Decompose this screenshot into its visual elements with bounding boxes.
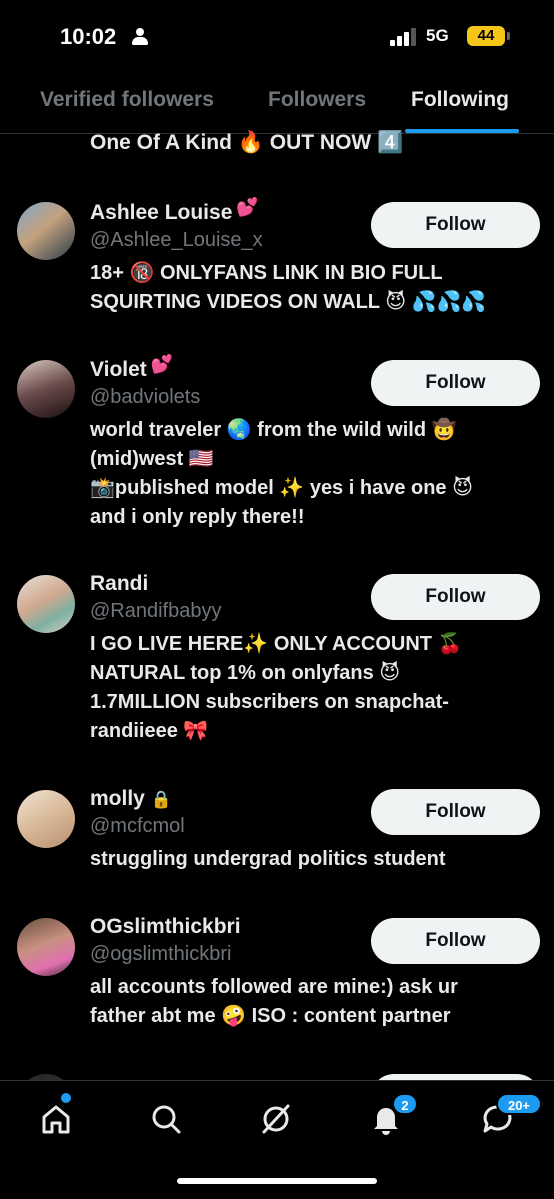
home-indicator (177, 1178, 377, 1184)
tab-bar: Verified followers Followers Following (0, 76, 554, 134)
follow-button[interactable]: Follow (371, 202, 540, 248)
previous-bio-text: One Of A Kind 🔥 OUT NOW 4️⃣ (90, 131, 404, 154)
avatar[interactable] (17, 202, 75, 260)
follow-button[interactable]: Follow (371, 789, 540, 835)
avatar[interactable] (17, 790, 75, 848)
status-time: 10:02 (60, 24, 117, 49)
signal-icon (390, 28, 418, 46)
display-name[interactable]: molly 🔒 (90, 787, 172, 811)
handle[interactable]: @badviolets (90, 386, 200, 409)
bio: world traveler 🌏 from the wild wild 🤠 (m… (90, 419, 473, 528)
display-name[interactable]: Randi (90, 572, 148, 596)
avatar[interactable] (17, 918, 75, 976)
handle[interactable]: @mcfcmol (90, 815, 185, 838)
home-icon[interactable] (36, 1099, 76, 1139)
battery-icon: 44 (467, 26, 505, 46)
bio: all accounts followed are mine:) ask ur … (90, 976, 458, 1027)
handle[interactable]: @Randifbabyy (90, 600, 221, 623)
network-label: 5G (426, 26, 449, 45)
person-icon (132, 28, 148, 46)
notifications-badge: 2 (392, 1093, 418, 1115)
avatar[interactable] (17, 360, 75, 418)
tab-followers[interactable]: Followers (268, 88, 366, 112)
messages-badge: 20+ (496, 1093, 542, 1115)
handle[interactable]: @ogslimthickbri (90, 943, 231, 966)
follow-button[interactable]: Follow (371, 918, 540, 964)
avatar[interactable] (17, 575, 75, 633)
tab-following[interactable]: Following (411, 88, 509, 112)
partial-next-row (0, 1072, 554, 1080)
bio: I GO LIVE HERE✨ ONLY ACCOUNT 🍒 NATURAL t… (90, 633, 463, 742)
follow-button[interactable]: Follow (371, 360, 540, 406)
bio: struggling undergrad politics student (90, 848, 446, 870)
handle[interactable]: @Ashlee_Louise_x (90, 229, 263, 252)
display-name[interactable]: Ashlee Louise 💕 (90, 197, 259, 225)
tab-verified-followers[interactable]: Verified followers (40, 88, 214, 112)
grok-icon[interactable] (256, 1099, 296, 1139)
home-unread-dot (61, 1093, 71, 1103)
bio: 18+ 🔞 ONLYFANS LINK IN BIO FULL SQUIRTIN… (90, 262, 487, 313)
follow-button[interactable]: Follow (371, 574, 540, 620)
lock-icon: 🔒 (150, 790, 172, 809)
search-icon[interactable] (146, 1099, 186, 1139)
status-bar: 10:02 5G 44 (0, 0, 554, 76)
battery-tip (507, 32, 510, 40)
active-tab-indicator (405, 129, 519, 133)
display-name[interactable]: OGslimthickbri (90, 915, 241, 939)
display-name[interactable]: Violet 💕 (90, 354, 173, 382)
